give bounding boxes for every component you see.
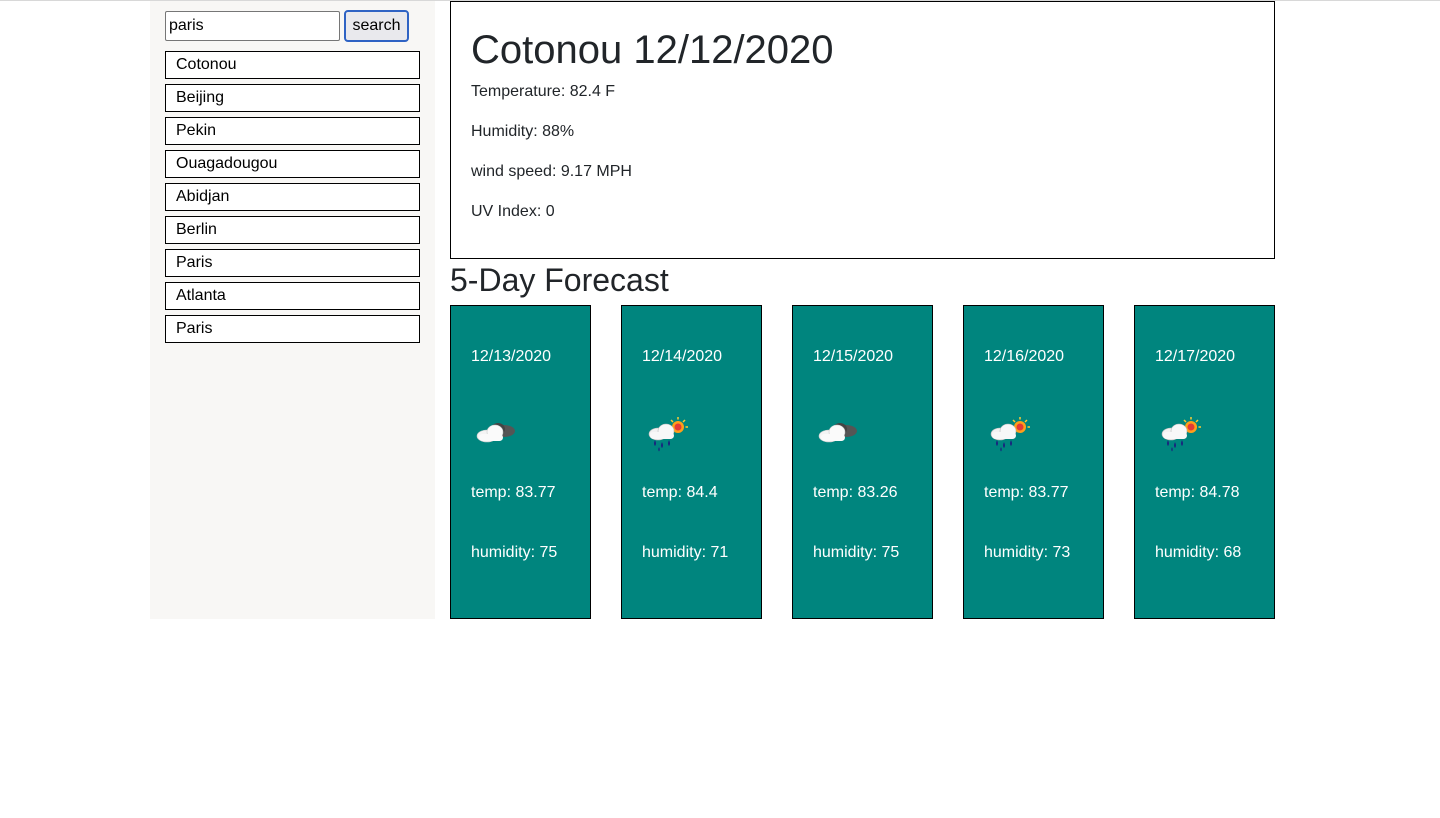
forecast-card: 12/16/2020 temp: 83.77 humidity: 73 xyxy=(963,305,1104,619)
forecast-date: 12/14/2020 xyxy=(642,348,723,365)
current-city-title: Cotonou 12/12/2020 xyxy=(471,28,834,72)
forecast-date: 12/13/2020 xyxy=(471,348,552,365)
cloud-icon xyxy=(815,414,865,454)
forecast-humidity: humidity: 75 xyxy=(813,544,900,561)
current-humidity: Humidity: 88% xyxy=(471,123,575,140)
forecast-temp: temp: 83.77 xyxy=(984,484,1069,501)
history-item-cotonou[interactable]: Cotonou xyxy=(165,51,420,79)
forecast-temp: temp: 83.77 xyxy=(471,484,556,501)
rain-sun-icon xyxy=(986,414,1036,454)
sidebar: search Cotonou Beijing Pekin Ouagadougou… xyxy=(150,1,435,619)
forecast-temp: temp: 84.78 xyxy=(1155,484,1240,501)
cloud-icon xyxy=(473,414,523,454)
history-item-pekin[interactable]: Pekin xyxy=(165,117,420,145)
rain-sun-icon xyxy=(644,414,694,454)
forecast-card: 12/15/2020 temp: 83.26 humidity: 75 xyxy=(792,305,933,619)
history-item-paris[interactable]: Paris xyxy=(165,249,420,277)
forecast-date: 12/15/2020 xyxy=(813,348,894,365)
forecast-humidity: humidity: 68 xyxy=(1155,544,1242,561)
history-item-atlanta[interactable]: Atlanta xyxy=(165,282,420,310)
history-item-beijing[interactable]: Beijing xyxy=(165,84,420,112)
rain-sun-icon xyxy=(1157,414,1207,454)
forecast-date: 12/16/2020 xyxy=(984,348,1065,365)
forecast-humidity: humidity: 71 xyxy=(642,544,729,561)
search-button[interactable]: search xyxy=(344,10,409,42)
current-temperature: Temperature: 82.4 F xyxy=(471,83,616,100)
history-item-berlin[interactable]: Berlin xyxy=(165,216,420,244)
search-history-list: Cotonou Beijing Pekin Ouagadougou Abidja… xyxy=(165,51,420,348)
forecast-humidity: humidity: 73 xyxy=(984,544,1071,561)
forecast-card: 12/14/2020 temp: 84.4 humidity: 71 xyxy=(621,305,762,619)
history-item-ouagadougou[interactable]: Ouagadougou xyxy=(165,150,420,178)
forecast-humidity: humidity: 75 xyxy=(471,544,558,561)
forecast-temp: temp: 84.4 xyxy=(642,484,718,501)
current-wind-speed: wind speed: 9.17 MPH xyxy=(471,163,632,180)
search-input[interactable] xyxy=(165,11,340,41)
current-uv-index: UV Index: 0 xyxy=(471,203,555,220)
history-item-abidjan[interactable]: Abidjan xyxy=(165,183,420,211)
current-weather-panel: Cotonou 12/12/2020 Temperature: 82.4 F H… xyxy=(450,1,1275,259)
forecast-date: 12/17/2020 xyxy=(1155,348,1236,365)
forecast-temp: temp: 83.26 xyxy=(813,484,898,501)
forecast-card: 12/13/2020 temp: 83.77 humidity: 75 xyxy=(450,305,591,619)
forecast-card: 12/17/2020 temp: 84.78 humidity: 68 xyxy=(1134,305,1275,619)
forecast-title: 5-Day Forecast xyxy=(450,262,669,298)
history-item-paris-2[interactable]: Paris xyxy=(165,315,420,343)
